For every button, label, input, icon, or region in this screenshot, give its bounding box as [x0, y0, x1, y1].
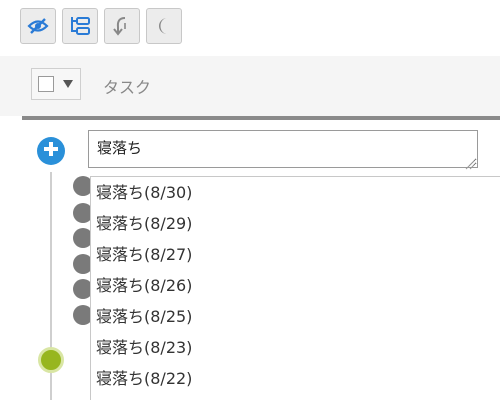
- task-input[interactable]: 寝落ち: [89, 131, 477, 167]
- suggestion-item[interactable]: 寝落ち(8/27): [91, 239, 500, 270]
- night-mode-button[interactable]: [146, 8, 182, 44]
- suggestion-item[interactable]: 寝落ち(8/30): [91, 177, 500, 208]
- plus-icon: [43, 141, 59, 161]
- suggestion-item[interactable]: 寝落ち(8/22): [91, 363, 500, 394]
- task-status-dot-active[interactable]: [38, 347, 64, 373]
- subtask-view-button[interactable]: [62, 8, 98, 44]
- arrow-down-hook-icon: [113, 15, 131, 37]
- subtask-list-icon: [69, 16, 91, 36]
- toolbar: [0, 0, 500, 56]
- suggestion-item[interactable]: 寝落ち(8/29): [91, 208, 500, 239]
- resize-handle-icon[interactable]: [465, 155, 475, 170]
- column-title: タスク: [103, 78, 152, 97]
- toggle-hidden-button[interactable]: [20, 8, 56, 44]
- moon-icon: [155, 16, 173, 36]
- suggestion-item[interactable]: 寝落ち(8/26): [91, 270, 500, 301]
- eye-slash-icon: [27, 17, 49, 35]
- autocomplete-list: 寝落ち(8/30) 寝落ち(8/29) 寝落ち(8/27) 寝落ち(8/26) …: [90, 176, 500, 400]
- task-input-wrapper: 寝落ち: [88, 130, 478, 170]
- move-down-button[interactable]: [104, 8, 140, 44]
- suggestion-item[interactable]: 寝落ち(8/23): [91, 332, 500, 363]
- list-header: タスク: [0, 56, 500, 116]
- add-task-button[interactable]: [37, 137, 65, 165]
- bulk-select-dropdown[interactable]: [31, 68, 81, 100]
- chevron-down-icon: [63, 80, 73, 88]
- header-divider: [22, 116, 500, 120]
- select-all-checkbox[interactable]: [38, 76, 54, 92]
- suggestion-item[interactable]: 寝落ち(8/25): [91, 301, 500, 332]
